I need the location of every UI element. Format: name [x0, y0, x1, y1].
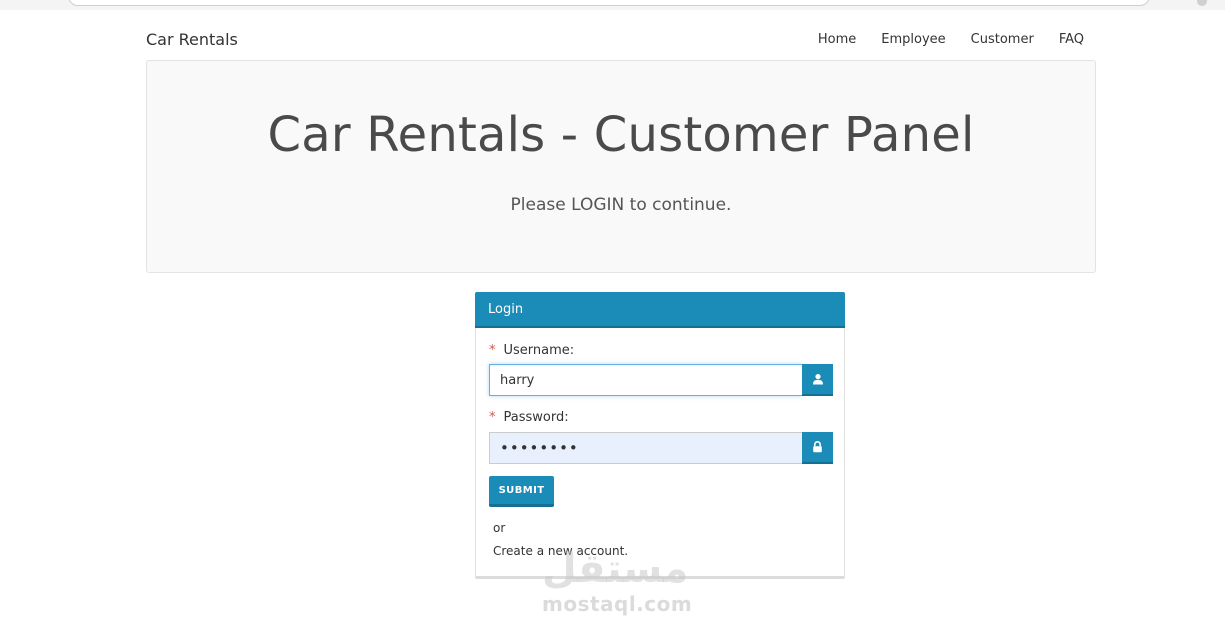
password-input[interactable] [489, 432, 802, 464]
lock-icon [802, 432, 833, 464]
watermark-latin: mostaql.com [542, 592, 693, 616]
nav-link-employee[interactable]: Employee [869, 32, 958, 47]
browser-menu-icon[interactable] [1197, 0, 1207, 6]
browser-chrome [0, 0, 1225, 10]
page-title: Car Rentals - Customer Panel [267, 107, 975, 163]
login-panel: Login * Username: * Password: [475, 292, 845, 579]
nav-link-customer[interactable]: Customer [958, 32, 1046, 47]
nav-links: Home Employee Customer FAQ [805, 32, 1084, 47]
create-account-link[interactable]: Create a new account. [493, 544, 628, 558]
username-label: * Username: [489, 343, 574, 358]
or-text: or [493, 521, 506, 535]
page: Car Rentals Home Employee Customer FAQ C… [4, 10, 1225, 619]
navbar: Car Rentals Home Employee Customer FAQ [146, 22, 1096, 58]
navbar-brand[interactable]: Car Rentals [146, 30, 238, 49]
jumbotron: Car Rentals - Customer Panel Please LOGI… [146, 60, 1096, 273]
page-subtitle: Please LOGIN to continue. [510, 195, 732, 215]
address-bar[interactable] [68, 0, 1150, 6]
required-mark: * [489, 343, 496, 358]
required-mark: * [489, 410, 496, 425]
login-panel-title: Login [488, 302, 524, 317]
nav-link-faq[interactable]: FAQ [1046, 32, 1084, 47]
submit-button[interactable]: SUBMIT [489, 476, 554, 507]
username-input[interactable] [489, 364, 802, 396]
password-label-text: Password: [503, 410, 569, 425]
login-panel-heading: Login [475, 292, 845, 328]
nav-link-home[interactable]: Home [805, 32, 868, 47]
username-label-text: Username: [503, 343, 575, 358]
username-input-group [489, 364, 833, 396]
password-label: * Password: [489, 410, 569, 425]
user-icon [802, 364, 833, 396]
password-input-group [489, 432, 833, 464]
